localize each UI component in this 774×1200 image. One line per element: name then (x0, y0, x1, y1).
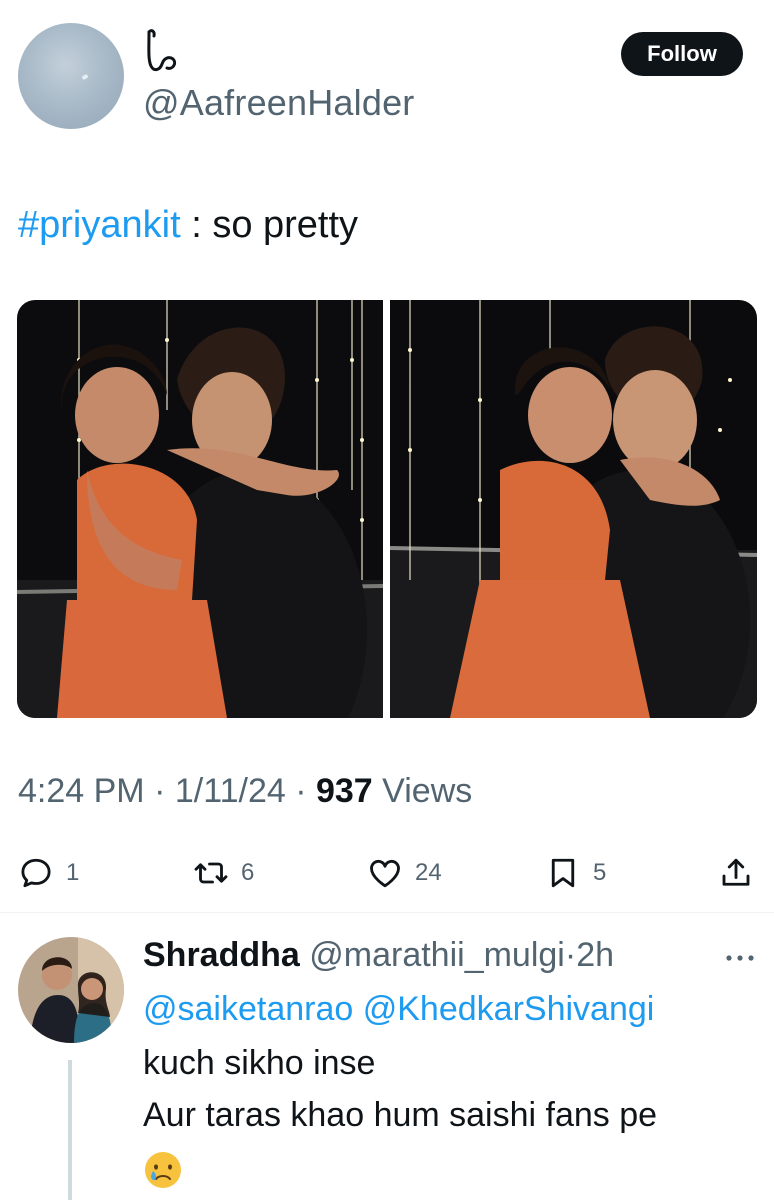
reply-author-handle[interactable]: @marathii_mulgi (300, 936, 565, 974)
repost-count: 6 (241, 859, 255, 886)
meta-separator-1: · (144, 772, 175, 810)
reply-author-name[interactable]: Shraddha (143, 936, 300, 974)
bookmark-button[interactable]: 5 (545, 852, 606, 894)
tweet-time: 4:24 PM (18, 772, 145, 810)
heart-icon (370, 859, 400, 888)
like-count: 24 (415, 859, 442, 886)
reply-icon (21, 858, 51, 888)
reply-text-line-1: kuch sikho inse (143, 1044, 376, 1082)
reply-header: Shraddha @marathii_mulgi·2h (143, 936, 614, 975)
repost-icon (194, 862, 228, 884)
share-button[interactable] (718, 852, 754, 894)
meta-separator-2: · (285, 772, 316, 810)
tweet-meta: 4:24 PM · 1/11/24 · 937 Views (18, 772, 472, 811)
share-icon (722, 858, 750, 886)
reply-time[interactable]: 2h (576, 936, 614, 974)
tweet-photo-2[interactable] (390, 300, 757, 718)
hashtag-link[interactable]: #priyankit (18, 204, 181, 246)
reply-text-line-2: Aur taras khao hum saishi fans pe (143, 1096, 658, 1134)
tweet-body: : so pretty (180, 204, 359, 246)
author-display-name-glyph[interactable] (143, 26, 183, 76)
follow-button[interactable]: Follow (621, 32, 743, 76)
reply-avatar[interactable] (18, 937, 124, 1043)
tweet-text: #priyankit : so pretty (18, 204, 358, 247)
more-icon[interactable] (722, 948, 758, 968)
tweet-photo-1[interactable] (17, 300, 383, 718)
thread-line (68, 1060, 72, 1200)
divider (0, 912, 774, 913)
bookmark-count: 5 (593, 859, 607, 886)
reply-button[interactable]: 1 (18, 852, 79, 894)
author-avatar[interactable] (18, 23, 124, 129)
tweet-date: 1/11/24 (174, 772, 286, 810)
crying-face-emoji (145, 1152, 181, 1188)
bookmark-icon (551, 858, 575, 888)
mention-khedkarshivangi[interactable]: @KhedkarShivangi (353, 990, 655, 1028)
views-label[interactable]: Views (373, 772, 472, 810)
views-count: 937 (315, 772, 373, 810)
repost-button[interactable]: 6 (193, 852, 254, 894)
reply-mentions: @saiketanrao @KhedkarShivangi (143, 990, 654, 1029)
reply-count: 1 (66, 859, 80, 886)
reply-separator: · (564, 936, 577, 974)
author-handle[interactable]: @AafreenHalder (143, 82, 414, 124)
mention-saiketanrao[interactable]: @saiketanrao (143, 990, 353, 1028)
like-button[interactable]: 24 (367, 852, 442, 894)
avatar-speck (81, 73, 89, 81)
